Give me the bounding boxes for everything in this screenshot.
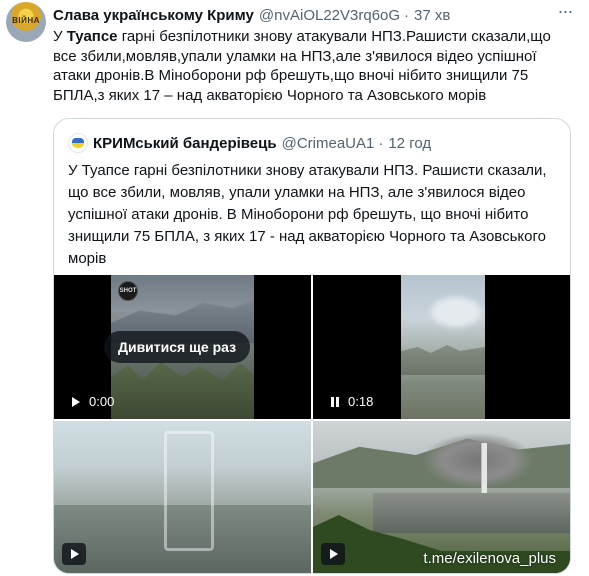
video-time: 0:00 [89,394,115,409]
tweet-text-prefix: У [53,28,67,45]
pause-icon[interactable] [331,396,339,407]
replay-button[interactable]: Дивитися ще раз [104,331,251,363]
tweet-header: Слава українському Криму @nvAiOL22V3rq6o… [53,4,450,26]
play-icon[interactable] [72,396,80,407]
author-name[interactable]: Слава українському Криму [53,7,254,24]
media-grid: SHOT Дивитися ще раз 0:00 0:18 t.me/exil… [54,275,570,573]
frame-smoke [423,433,533,488]
frame-refinery [373,493,570,533]
video-player-1[interactable]: SHOT Дивитися ще раз 0:00 [54,275,311,419]
quoted-tweet[interactable]: КРИМський бандерівець @CrimeaUA1 · 12 го… [53,118,571,574]
video-frame [401,275,485,419]
separator-dot: · [404,6,410,24]
quoted-author-name: КРИМський бандерівець [93,134,277,152]
play-icon[interactable] [62,543,86,565]
quoted-timestamp: 12 год [388,134,432,152]
frame-smoke [431,297,481,327]
watermark-text: t.me/exilenova_plus [423,550,556,567]
video-controls: 0:00 [72,394,114,409]
avatar-logo: ВІЙНА [12,16,40,25]
video-time: 0:18 [348,394,374,409]
heart-icon-lower [72,143,84,148]
shot-logo: SHOT [118,281,138,301]
tweet-text: У Туапсе гарні безпілотники знову атакув… [53,27,573,105]
video-thumbnail-3[interactable] [54,421,311,573]
frame-plant [401,345,485,375]
avatar[interactable]: ВІЙНА [6,2,46,42]
tweet-text-body: гарні безпілотники знову атакували НПЗ.Р… [53,28,551,104]
frame-trees [111,362,254,419]
author-handle[interactable]: @nvAiOL22V3rq6oG [259,7,400,24]
quoted-avatar [68,133,88,153]
video-player-2[interactable]: 0:18 [313,275,570,419]
tweet: ВІЙНА Слава українському Криму @nvAiOL22… [0,0,589,576]
play-icon[interactable] [321,543,345,565]
tweet-timestamp[interactable]: 37 хв [414,7,450,24]
tweet-text-bold: Туапсе [66,28,118,45]
frame-overlay [164,431,214,551]
video-thumbnail-4[interactable]: t.me/exilenova_plus [313,421,570,573]
quoted-tweet-header: КРИМський бандерівець @CrimeaUA1 · 12 го… [68,133,431,153]
more-horizontal-icon[interactable]: ··· [555,2,575,24]
separator-dot: · [378,134,384,152]
video-controls: 0:18 [331,394,373,409]
quoted-author-handle: @CrimeaUA1 [281,134,375,152]
quoted-tweet-text: У Туапсе гарні безпілотники знову атакув… [68,162,547,267]
